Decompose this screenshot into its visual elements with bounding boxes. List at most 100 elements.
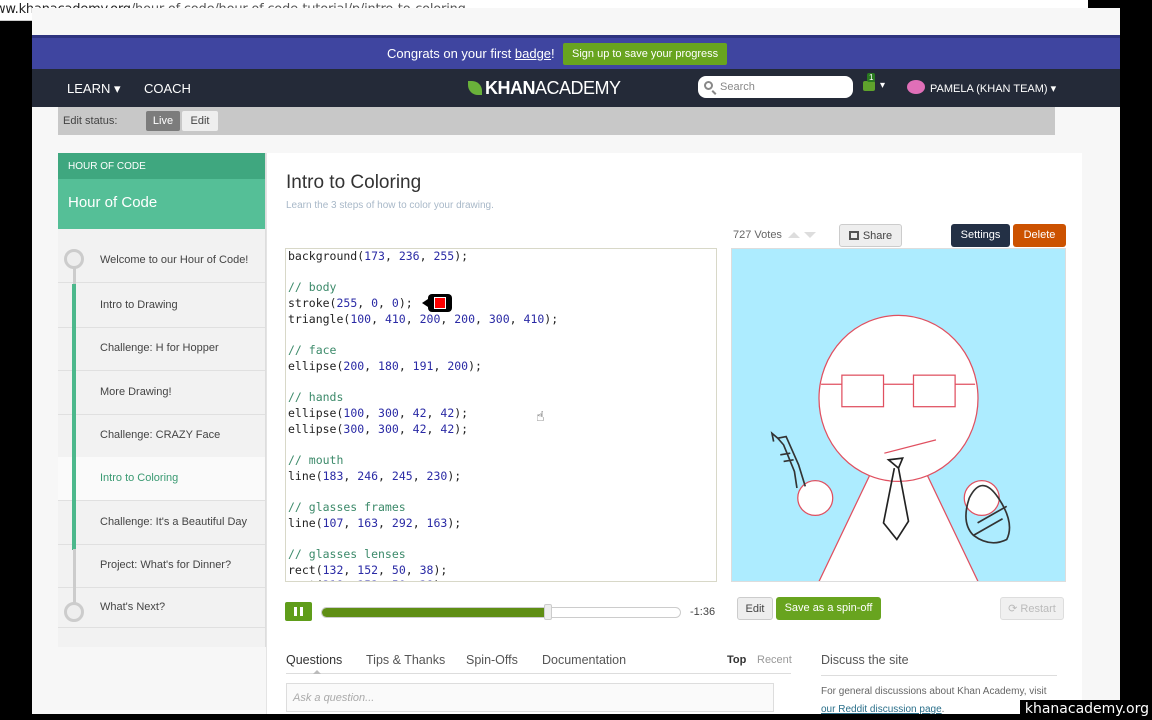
- code-line[interactable]: // glasses lenses: [286, 547, 716, 563]
- left-hand: [797, 479, 834, 517]
- reddit-link[interactable]: our Reddit discussion page: [821, 704, 942, 714]
- progress-handle[interactable]: [543, 604, 552, 620]
- votes-count: 727 Votes: [733, 229, 782, 241]
- downvote-icon[interactable]: [803, 232, 816, 238]
- code-line[interactable]: // face: [286, 343, 716, 359]
- sidebar-item-label: More Drawing!: [100, 386, 172, 398]
- restart-label: Restart: [1020, 603, 1056, 615]
- share-button[interactable]: Share: [839, 224, 902, 247]
- user-menu[interactable]: PAMELA (KHAN TEAM) ▾: [930, 82, 1056, 95]
- tutorial-sidebar: HOUR OF CODE Hour of Code Welcome to our…: [58, 153, 266, 647]
- page-title: Intro to Coloring: [286, 172, 422, 193]
- save-spinoff-button[interactable]: Save as a spin-off: [776, 597, 881, 620]
- tab-spin-offs[interactable]: Spin-Offs: [466, 653, 518, 667]
- restart-button[interactable]: ⟳ Restart: [1000, 597, 1064, 620]
- coach-link[interactable]: COACH: [144, 81, 191, 96]
- playback-progress-bar[interactable]: [321, 607, 681, 618]
- code-line[interactable]: // body: [286, 280, 716, 296]
- sidebar-item-label: Intro to Drawing: [100, 299, 178, 311]
- delete-button[interactable]: Delete: [1013, 224, 1066, 247]
- banner-text: Congrats on your first: [387, 46, 515, 61]
- code-line[interactable]: stroke(255, 0, 0);: [286, 296, 716, 312]
- notifications-icon[interactable]: 1: [863, 73, 876, 91]
- notifications-chevron-icon[interactable]: ▾: [880, 80, 885, 91]
- tab-documentation[interactable]: Documentation: [542, 653, 626, 667]
- sidebar-item[interactable]: What's Next?: [58, 588, 265, 628]
- pause-icon-bar: [300, 607, 303, 616]
- sidebar-item[interactable]: Welcome to our Hour of Code!: [58, 239, 265, 283]
- output-canvas: [731, 248, 1066, 590]
- milestone-node-icon: [64, 249, 84, 269]
- logo-light: ACADEMY: [535, 78, 621, 98]
- code-line[interactable]: // glasses frames: [286, 500, 716, 516]
- sort-recent[interactable]: Recent: [757, 654, 792, 666]
- search-icon: [704, 81, 713, 90]
- code-editor[interactable]: background(173, 236, 255); // body stroke(…: [285, 248, 717, 582]
- watermark: khanacademy.org: [1020, 700, 1152, 720]
- code-line[interactable]: // mouth: [286, 453, 716, 469]
- banner-text-end: !: [551, 46, 555, 61]
- upvote-icon[interactable]: [787, 232, 800, 238]
- sidebar-item[interactable]: Challenge: CRAZY Face: [58, 414, 265, 458]
- page-subtitle: Learn the 3 steps of how to color your d…: [286, 200, 494, 211]
- search-input[interactable]: Search: [698, 76, 853, 98]
- code-line[interactable]: ellipse(200, 180, 191, 200);: [286, 359, 716, 375]
- live-button[interactable]: Live: [146, 111, 180, 131]
- color-picker-swatch[interactable]: [422, 294, 452, 312]
- code-line[interactable]: line(183, 246, 245, 230);: [286, 469, 716, 485]
- sidebar-item-label: Intro to Coloring: [100, 472, 179, 484]
- code-line[interactable]: ellipse(100, 300, 42, 42);: [286, 406, 716, 422]
- khan-academy-logo[interactable]: KHANACADEMY: [468, 78, 621, 99]
- sidebar-item[interactable]: Intro to Drawing: [58, 284, 265, 328]
- active-tab-caret-icon: [313, 670, 321, 674]
- sidebar-item-label: Challenge: H for Hopper: [100, 342, 219, 354]
- sidebar-section-label[interactable]: HOUR OF CODE: [58, 153, 265, 179]
- code-line[interactable]: rect(218, 152, 50, 38);: [286, 578, 716, 581]
- sidebar-title[interactable]: Hour of Code: [58, 179, 265, 229]
- sidebar-item[interactable]: More Drawing!: [58, 371, 265, 415]
- code-line[interactable]: [286, 531, 716, 547]
- sidebar-item[interactable]: Challenge: It's a Beautiful Day: [58, 501, 265, 545]
- tab-questions[interactable]: Questions: [286, 653, 342, 667]
- code-line[interactable]: line(107, 163, 292, 163);: [286, 516, 716, 532]
- notification-count: 1: [867, 73, 876, 82]
- code-line[interactable]: // hands: [286, 390, 716, 406]
- code-line[interactable]: background(173, 236, 255);: [286, 249, 716, 265]
- main-content: Intro to Coloring Learn the 3 steps of h…: [266, 153, 1082, 714]
- avatar[interactable]: [907, 80, 925, 94]
- tab-tips-thanks[interactable]: Tips & Thanks: [366, 653, 445, 667]
- sidebar-item-label: Challenge: CRAZY Face: [100, 429, 221, 441]
- settings-button[interactable]: Settings: [951, 224, 1010, 247]
- badge-link[interactable]: badge: [515, 46, 551, 61]
- progress-fill: [322, 608, 548, 617]
- canvas-edit-button[interactable]: Edit: [737, 597, 773, 620]
- sidebar-item[interactable]: Project: What's for Dinner?: [58, 544, 265, 588]
- ask-question-input[interactable]: Ask a question...: [286, 683, 774, 712]
- search-placeholder: Search: [720, 81, 755, 93]
- edit-status-edit-button[interactable]: Edit: [182, 111, 218, 131]
- code-line[interactable]: [286, 437, 716, 453]
- code-line[interactable]: triangle(100, 410, 200, 200, 300, 410);: [286, 312, 716, 328]
- progress-rail-complete: [72, 284, 76, 550]
- stroke-color-swatch: [434, 297, 446, 309]
- right-lens: [912, 374, 956, 408]
- code-line[interactable]: [286, 484, 716, 500]
- sidebar-item[interactable]: Challenge: H for Hopper: [58, 327, 265, 371]
- code-line[interactable]: ellipse(300, 300, 42, 42);: [286, 422, 716, 438]
- discussion-tabs: Questions Tips & Thanks Spin-Offs Docume…: [286, 653, 792, 674]
- signup-button[interactable]: Sign up to save your progress: [563, 43, 728, 65]
- milestone-node-icon: [64, 602, 84, 622]
- drawing-output: [732, 249, 1065, 590]
- code-line[interactable]: [286, 327, 716, 343]
- share-label: Share: [862, 230, 893, 242]
- learn-menu[interactable]: LEARN ▾: [67, 81, 121, 97]
- code-line[interactable]: rect(132, 152, 50, 38);: [286, 563, 716, 579]
- sidebar-item-label: What's Next?: [100, 601, 166, 613]
- logo-bold: KHAN: [485, 78, 536, 98]
- code-line[interactable]: [286, 265, 716, 281]
- sidebar-item[interactable]: Intro to Coloring: [58, 457, 265, 501]
- sidebar-item-label: Project: What's for Dinner?: [100, 559, 232, 571]
- code-line[interactable]: [286, 375, 716, 391]
- sort-top[interactable]: Top: [727, 654, 746, 666]
- pause-button[interactable]: [285, 602, 312, 621]
